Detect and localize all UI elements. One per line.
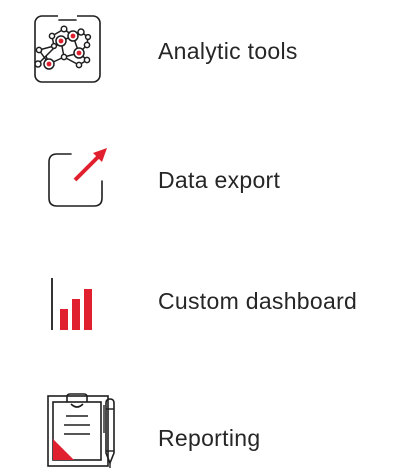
export-arrow-icon bbox=[24, 137, 114, 217]
feature-item-reporting: Reporting bbox=[0, 383, 411, 468]
feature-list: Analytic tools Data export Custom dashbo… bbox=[0, 0, 411, 469]
report-clipboard-icon bbox=[24, 383, 115, 468]
feature-label: Analytic tools bbox=[158, 38, 298, 64]
report-clipboard-graphic bbox=[47, 393, 115, 468]
feature-item-analytic-tools: Analytic tools bbox=[0, 10, 411, 90]
feature-label: Reporting bbox=[158, 425, 261, 451]
bar-chart-graphic bbox=[51, 278, 92, 330]
bar-chart-icon bbox=[24, 258, 114, 338]
feature-item-custom-dashboard: Custom dashboard bbox=[0, 258, 411, 338]
feature-label: Data export bbox=[158, 167, 281, 193]
analytics-network-icon bbox=[24, 10, 114, 90]
export-arrow-graphic bbox=[48, 148, 107, 207]
feature-label: Custom dashboard bbox=[158, 288, 358, 314]
feature-item-data-export: Data export bbox=[0, 137, 411, 217]
analytics-network-graphic bbox=[34, 14, 101, 83]
